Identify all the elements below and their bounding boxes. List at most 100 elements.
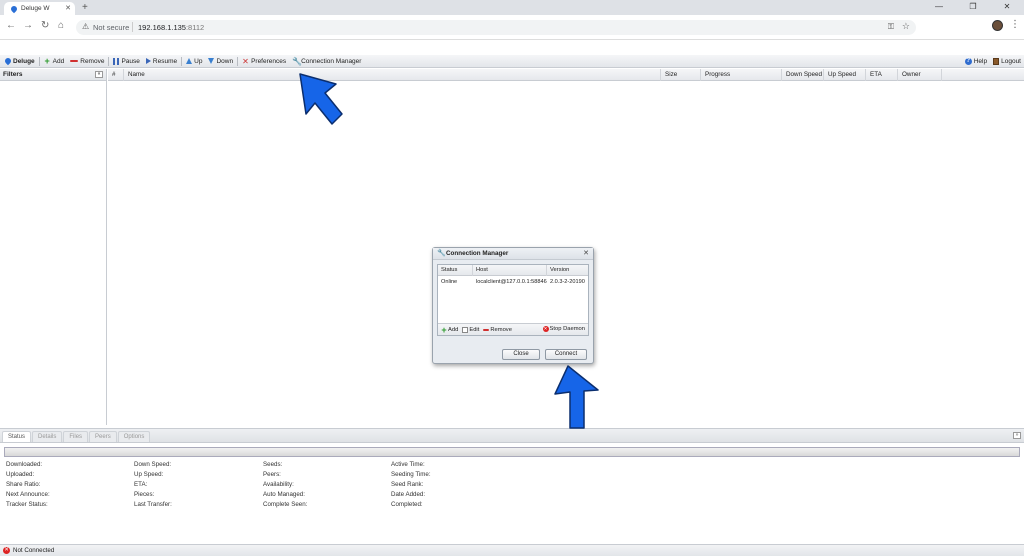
column-down-speed[interactable]: Down Speed <box>782 69 824 81</box>
tab-details[interactable]: Details <box>32 431 63 442</box>
home-icon[interactable]: ⌂ <box>58 20 64 31</box>
bookmark-star-icon[interactable]: ☆ <box>902 21 910 32</box>
connection-manager-button[interactable]: 🔧 Connection Manager <box>289 55 364 68</box>
collapse-filters-icon[interactable]: « <box>95 71 103 78</box>
reload-icon[interactable]: ↻ <box>41 20 49 31</box>
field-next-announce: Next Announce: <box>6 491 50 498</box>
warning-icon: ⚠ <box>82 22 90 31</box>
plus-icon: + <box>441 324 447 335</box>
page-top-gap <box>0 41 1024 55</box>
filters-panel: Filters « <box>0 69 107 425</box>
pause-button[interactable]: Pause <box>110 55 142 68</box>
url-input[interactable]: ⚠ Not secure 192.168.1.135:8112 ⚿ ☆ <box>76 20 916 35</box>
address-bar-row: ← → ↻ ⌂ ⚠ Not secure 192.168.1.135:8112 … <box>0 15 1024 40</box>
add-button[interactable]: + Add <box>41 55 68 68</box>
deluge-brand: Deluge <box>2 55 38 68</box>
edit-icon <box>462 326 469 333</box>
field-uploaded: Uploaded: <box>6 471 35 478</box>
collapse-details-icon[interactable]: » <box>1013 432 1021 439</box>
toolbar-right: ? Help Logout <box>962 55 1024 68</box>
profile-avatar[interactable] <box>992 20 1003 31</box>
wrench-icon: 🔧 <box>437 250 446 257</box>
pause-icon <box>113 57 120 65</box>
field-peers: Peers: <box>263 471 281 478</box>
column-owner[interactable]: Owner <box>898 69 942 81</box>
forward-icon[interactable]: → <box>23 20 33 31</box>
close-tab-icon[interactable]: ✕ <box>65 4 71 12</box>
column-name[interactable]: Name <box>124 69 661 81</box>
preferences-button[interactable]: ✕ Preferences <box>239 55 289 68</box>
field-auto-managed: Auto Managed: <box>263 491 305 498</box>
help-icon: ? <box>964 58 972 65</box>
connection-manager-dialog: 🔧 Connection Manager ✕ Status Host Versi… <box>432 247 594 364</box>
field-last-transfer: Last Transfer: <box>134 501 172 508</box>
column-size[interactable]: Size <box>661 69 701 81</box>
filters-header: Filters « <box>0 69 106 81</box>
tools-icon: ✕ <box>242 56 249 66</box>
field-active-time: Active Time: <box>391 461 425 468</box>
deluge-toolbar: Deluge + Add Remove Pause Resume Up Down … <box>0 55 1024 68</box>
field-seed-rank: Seed Rank: <box>391 481 424 488</box>
field-down-speed: Down Speed: <box>134 461 172 468</box>
arrow-pointer-icon <box>554 365 599 429</box>
stop-daemon-button[interactable]: ✕ Stop Daemon <box>542 326 585 332</box>
dialog-close-icon[interactable]: ✕ <box>582 250 590 258</box>
help-button[interactable]: ? Help <box>962 55 990 68</box>
add-host-button[interactable]: + Add <box>441 324 458 335</box>
field-availability: Availability: <box>263 481 294 488</box>
minimize-icon[interactable]: — <box>922 0 956 15</box>
field-pieces: Pieces: <box>134 491 155 498</box>
connect-button[interactable]: Connect <box>545 349 587 360</box>
tab-files[interactable]: Files <box>63 431 89 442</box>
browser-tab[interactable]: Deluge W ✕ <box>4 2 75 15</box>
column-number[interactable]: # <box>108 69 124 81</box>
connection-status-text: Not Connected <box>13 547 55 554</box>
field-complete-seen: Complete Seen: <box>263 501 308 508</box>
close-button[interactable]: Close <box>502 349 540 360</box>
key-icon[interactable]: ⚿ <box>888 22 894 32</box>
field-date-added: Date Added: <box>391 491 426 498</box>
column-progress[interactable]: Progress <box>701 69 782 81</box>
minus-icon <box>70 60 79 62</box>
field-downloaded: Downloaded: <box>6 461 43 468</box>
field-completed: Completed: <box>391 501 423 508</box>
up-button[interactable]: Up <box>183 55 205 68</box>
host-address: localclient@127.0.0.1:58846 <box>476 279 547 285</box>
column-version[interactable]: Version <box>547 265 588 276</box>
restore-icon[interactable]: ❐ <box>956 0 990 15</box>
play-icon <box>145 58 151 64</box>
error-icon: ✕ <box>3 547 10 554</box>
browser-menu-icon[interactable]: ⋮ <box>1010 19 1020 30</box>
column-status[interactable]: Status <box>438 265 473 276</box>
column-host[interactable]: Host <box>473 265 547 276</box>
down-button[interactable]: Down <box>205 55 236 68</box>
arrow-pointer-icon <box>299 73 343 125</box>
field-seeds: Seeds: <box>263 461 283 468</box>
toolbar-divider <box>38 56 40 66</box>
details-panel: Status Details Files Peers Options » Dow… <box>0 428 1024 544</box>
column-eta[interactable]: ETA <box>866 69 898 81</box>
remove-host-button[interactable]: Remove <box>483 327 512 333</box>
field-up-speed: Up Speed: <box>134 471 164 478</box>
host-row[interactable]: Online localclient@127.0.0.1:58846 2.0.3… <box>438 277 588 287</box>
torrent-progress-bar <box>4 447 1020 457</box>
new-tab-icon[interactable]: + <box>82 2 88 13</box>
hosts-list: Status Host Version Online localclient@1… <box>437 264 589 336</box>
back-icon[interactable]: ← <box>6 20 16 31</box>
host-version: 2.0.3-2-20190 <box>550 279 585 285</box>
arrow-down-icon <box>208 58 215 64</box>
remove-button[interactable]: Remove <box>67 55 107 68</box>
edit-host-button[interactable]: Edit <box>462 326 479 333</box>
host-status: Online <box>441 279 458 285</box>
url-text: 192.168.1.135:8112 <box>138 23 205 32</box>
dialog-title-bar: 🔧 Connection Manager ✕ <box>433 248 593 260</box>
close-window-icon[interactable]: ✕ <box>990 0 1024 15</box>
tab-status[interactable]: Status <box>2 431 32 442</box>
column-up-speed[interactable]: Up Speed <box>824 69 866 81</box>
wrench-icon: 🔧 <box>292 56 303 66</box>
tab-options[interactable]: Options <box>117 431 151 442</box>
tab-peers[interactable]: Peers <box>89 431 117 442</box>
toolbar-divider <box>108 56 110 66</box>
resume-button[interactable]: Resume <box>143 55 180 68</box>
logout-button[interactable]: Logout <box>990 55 1024 68</box>
